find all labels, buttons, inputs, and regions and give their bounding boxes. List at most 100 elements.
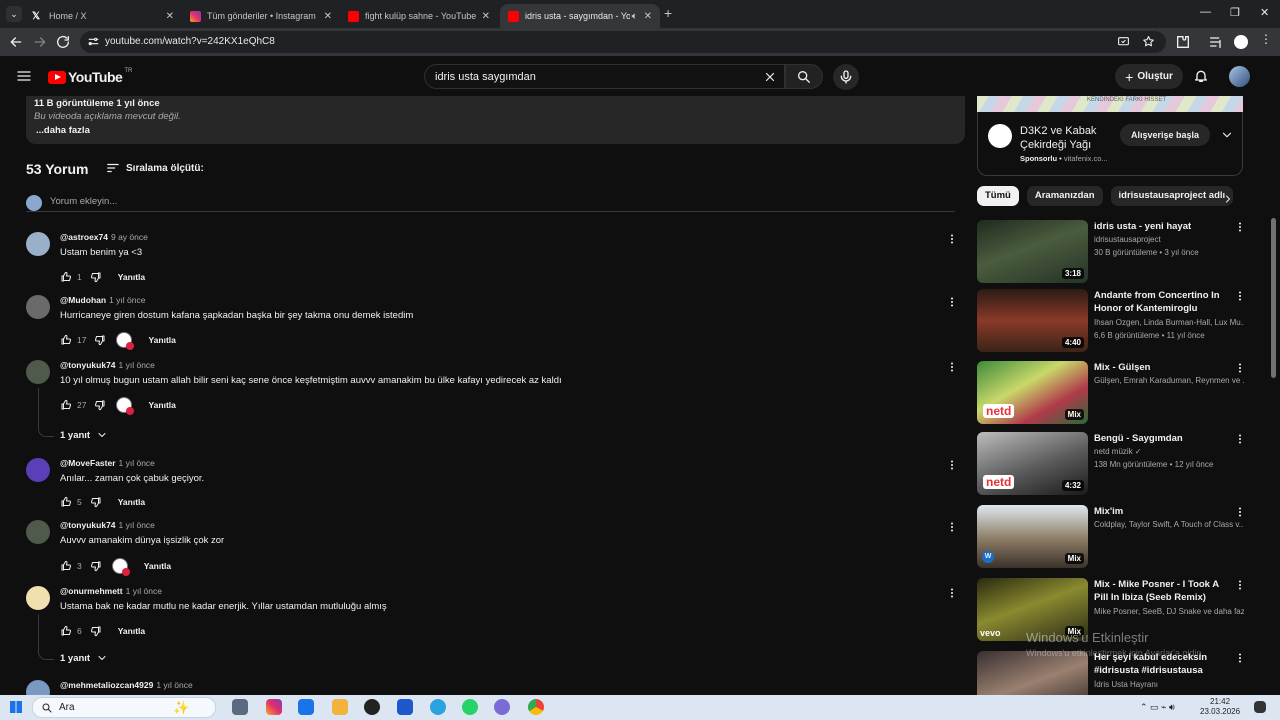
search-button[interactable]	[785, 64, 823, 89]
avatar[interactable]	[26, 586, 50, 610]
chrome-app-icon[interactable]	[528, 699, 544, 715]
channel-name[interactable]: İdris Usta Hayranı	[1094, 680, 1244, 689]
show-replies-button[interactable]: 1 yanıt	[60, 429, 108, 441]
recommended-video[interactable]: 4:40 Andante from Concertino In Honor of…	[977, 289, 1257, 353]
reply-button[interactable]: Yanıtla	[148, 335, 175, 345]
comment-menu-icon[interactable]	[946, 520, 958, 534]
scrollbar[interactable]	[1270, 96, 1276, 696]
video-menu-icon[interactable]	[1234, 578, 1246, 592]
like-icon[interactable]	[60, 399, 72, 411]
chip-all[interactable]: Tümü	[977, 186, 1019, 206]
scrollbar-thumb[interactable]	[1271, 218, 1276, 378]
recommended-video[interactable]: netd Mix Mix - Gülşen Gülşen, Emrah Kara…	[977, 361, 1257, 425]
dislike-icon[interactable]	[90, 560, 102, 572]
chip-channel[interactable]: idrisustausaproject adlı	[1110, 186, 1234, 206]
chip-from-search[interactable]: Aramanızdan	[1026, 186, 1103, 206]
channel-name[interactable]: Mike Posner, SeeB, DJ Snake ve daha faz.…	[1094, 607, 1244, 616]
video-menu-icon[interactable]	[1234, 220, 1246, 234]
video-thumbnail[interactable]: netd 4:32	[977, 432, 1088, 495]
close-tab-icon[interactable]: ✕	[644, 11, 652, 22]
reply-button[interactable]: Yanıtla	[118, 272, 145, 282]
video-title[interactable]: Mix - Gülşen	[1094, 361, 1234, 374]
dislike-icon[interactable]	[94, 399, 106, 411]
video-thumbnail[interactable]: 4:40	[977, 289, 1088, 352]
close-tab-icon[interactable]: ✕	[166, 11, 174, 22]
reload-icon[interactable]	[55, 34, 71, 50]
create-button[interactable]: + Oluştur	[1115, 64, 1183, 89]
recommended-video[interactable]: netd 4:32 Bengü - Saygımdan netd müzik ✓…	[977, 432, 1257, 496]
site-info-icon[interactable]	[87, 35, 100, 48]
channel-name[interactable]: Gülşen, Emrah Karaduman, Reynmen ve ...	[1094, 376, 1244, 385]
whatsapp-icon[interactable]	[462, 699, 478, 715]
comment-author[interactable]: @mehmetaliozcan4929 1 yıl önce	[60, 680, 193, 690]
video-title[interactable]: Andante from Concertino In Honor of Kant…	[1094, 289, 1234, 315]
video-thumbnail[interactable]: netd Mix	[977, 361, 1088, 424]
ad-banner-image[interactable]: KENDINDEKI FARKI HISSET	[977, 96, 1243, 112]
channel-name[interactable]: netd müzik ✓	[1094, 447, 1244, 456]
chrome-menu-icon[interactable]: ⋮	[1260, 32, 1276, 48]
account-avatar[interactable]	[1229, 66, 1250, 87]
comment-menu-icon[interactable]	[946, 232, 958, 246]
like-icon[interactable]	[60, 560, 72, 572]
ad-card[interactable]: D3K2 ve Kabak Çekirdeği Yağı Sponsorlu •…	[977, 112, 1243, 176]
voice-search-button[interactable]	[833, 64, 859, 90]
avatar[interactable]	[26, 458, 50, 482]
forward-icon[interactable]	[32, 34, 48, 50]
video-title[interactable]: Mix'im	[1094, 505, 1234, 518]
sort-button[interactable]: Sıralama ölçütü:	[106, 161, 226, 175]
close-tab-icon[interactable]: ✕	[324, 11, 332, 22]
dislike-icon[interactable]	[90, 625, 102, 637]
video-thumbnail[interactable]: 3:18	[977, 220, 1088, 283]
recommended-video[interactable]: 3:18 idris usta - yeni hayat idrisustaus…	[977, 220, 1257, 284]
outlook-app-icon[interactable]	[298, 699, 314, 715]
show-more-link[interactable]: ...daha fazla	[36, 125, 90, 136]
video-menu-icon[interactable]	[1234, 361, 1246, 375]
search-input[interactable]: idris usta saygımdan	[424, 64, 785, 89]
avatar[interactable]	[26, 232, 50, 256]
shop-now-button[interactable]: Alışverişe başla	[1120, 124, 1210, 146]
dislike-icon[interactable]	[94, 334, 106, 346]
comment-author[interactable]: @astroex74 9 ay önce	[60, 232, 148, 242]
comment-menu-icon[interactable]	[946, 295, 958, 309]
tab-search-button[interactable]: ⌄	[6, 6, 22, 22]
comment-menu-icon[interactable]	[946, 586, 958, 600]
like-icon[interactable]	[60, 496, 72, 508]
minimize-window-icon[interactable]: —	[1200, 6, 1211, 18]
app-icon[interactable]	[397, 699, 413, 715]
cast-icon[interactable]	[1117, 35, 1130, 48]
notification-center-icon[interactable]	[1254, 701, 1266, 713]
recommended-video[interactable]: W Mix Mix'im Coldplay, Taylor Swift, A T…	[977, 505, 1257, 569]
video-title[interactable]: idris usta - yeni hayat	[1094, 220, 1234, 233]
reply-button[interactable]: Yanıtla	[144, 561, 171, 571]
new-tab-button[interactable]: +	[664, 5, 672, 21]
like-icon[interactable]	[60, 271, 72, 283]
back-icon[interactable]	[8, 34, 24, 50]
comment-author[interactable]: @tonyukuk74 1 yıl önce	[60, 520, 155, 530]
avatar[interactable]	[26, 520, 50, 544]
reply-button[interactable]: Yanıtla	[118, 497, 145, 507]
comment-author[interactable]: @Mudohan 1 yıl önce	[60, 295, 145, 305]
channel-name[interactable]: Ihsan Ozgen, Linda Burman-Hall, Lux Mu..…	[1094, 318, 1244, 327]
video-thumbnail[interactable]: W Mix	[977, 505, 1088, 568]
media-controls-icon[interactable]	[1208, 34, 1224, 50]
channel-name[interactable]: idrisustausaproject	[1094, 235, 1244, 244]
avatar[interactable]	[26, 360, 50, 384]
taskbar-clock[interactable]: 21:42 23.03.2026	[1200, 697, 1240, 717]
comment-author[interactable]: @onurmehmett 1 yıl önce	[60, 586, 162, 596]
browser-tab-youtube-active[interactable]: idris usta - saygımdan - You 🔈︎ ✕	[500, 4, 660, 28]
video-menu-icon[interactable]	[1234, 505, 1246, 519]
dislike-icon[interactable]	[90, 271, 102, 283]
telegram-icon[interactable]	[430, 699, 446, 715]
bookmark-star-icon[interactable]	[1142, 35, 1155, 48]
task-view-icon[interactable]	[232, 699, 248, 715]
like-icon[interactable]	[60, 334, 72, 346]
comment-author[interactable]: @tonyukuk74 1 yıl önce	[60, 360, 155, 370]
reply-button[interactable]: Yanıtla	[118, 626, 145, 636]
extensions-icon[interactable]	[1175, 34, 1191, 50]
windows-start-icon[interactable]	[10, 701, 22, 713]
profile-icon[interactable]	[1234, 35, 1248, 49]
video-title[interactable]: Bengü - Saygımdan	[1094, 432, 1234, 445]
close-window-icon[interactable]: ✕	[1260, 6, 1269, 19]
speaker-icon[interactable]: 🔈︎	[632, 11, 638, 22]
address-bar[interactable]: youtube.com/watch?v=242KX1eQhC8	[80, 31, 1166, 53]
